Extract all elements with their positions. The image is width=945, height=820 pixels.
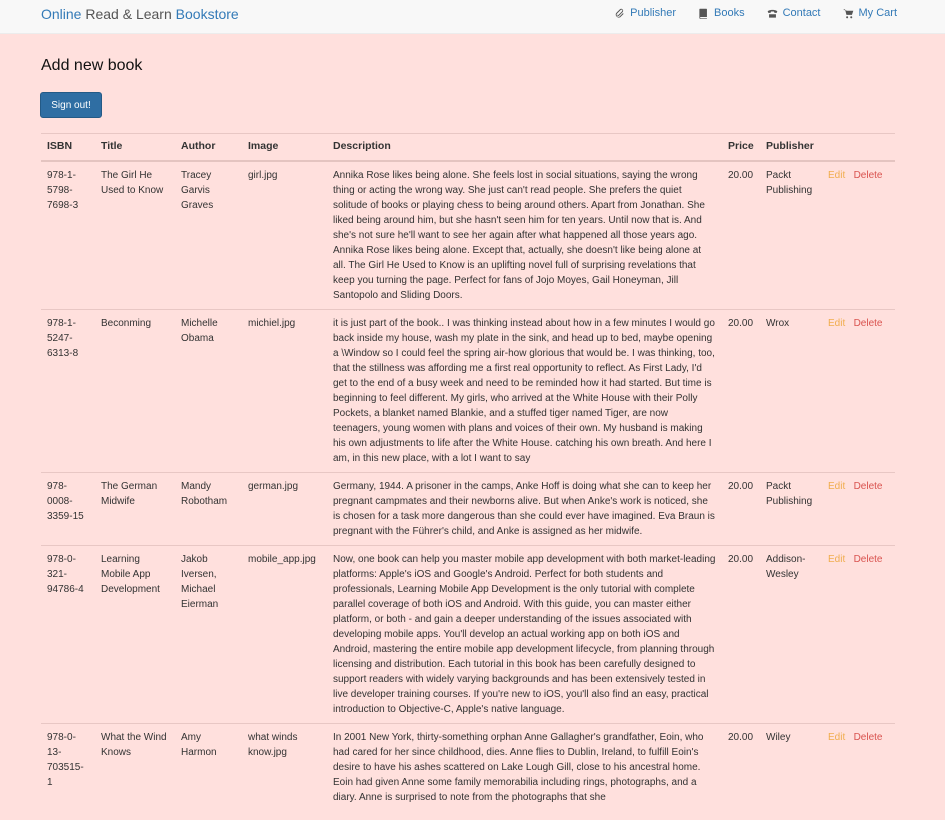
- cell-isbn: 978-0-13-703515-1: [41, 723, 95, 811]
- cell-image: german.jpg: [242, 472, 327, 546]
- header-actions: [822, 133, 895, 162]
- cell-author: Michelle Obama: [175, 309, 242, 473]
- cell-title: Learning Mobile App Development: [95, 545, 175, 724]
- cell-title: The German Midwife: [95, 472, 175, 546]
- delete-link[interactable]: Delete: [854, 318, 883, 329]
- cell-publisher: Wiley: [760, 723, 822, 811]
- delete-link[interactable]: Delete: [854, 481, 883, 492]
- header-publisher: Publisher: [760, 133, 822, 162]
- cell-publisher: Packt Publishing: [760, 160, 822, 310]
- shopping-cart-icon: [843, 8, 853, 18]
- cell-title: What the Wind Knows: [95, 723, 175, 811]
- nav-contact-label: Contact: [782, 7, 821, 19]
- cell-isbn: 978-1-5798-7698-3: [41, 160, 95, 310]
- cell-image: mobile_app.jpg: [242, 545, 327, 724]
- description-text: it is just part of the book.. I was thin…: [333, 318, 715, 464]
- edit-link[interactable]: Edit: [828, 732, 845, 743]
- nav-books[interactable]: Books: [698, 7, 745, 19]
- cell-price: 20.00: [722, 472, 760, 546]
- nav-menu: Publisher Books Contact My Cart: [614, 7, 897, 19]
- delete-link[interactable]: Delete: [854, 732, 883, 743]
- books-table: ISBN Title Author Image Description Pric…: [41, 133, 895, 811]
- cell-isbn: 978-1-5247-6313-8: [41, 309, 95, 473]
- phone-icon: [767, 9, 777, 18]
- cell-author: Mandy Robotham: [175, 472, 242, 546]
- delete-link[interactable]: Delete: [854, 554, 883, 565]
- edit-link[interactable]: Edit: [828, 170, 845, 181]
- nav-cart[interactable]: My Cart: [843, 7, 898, 19]
- description-text: Annika Rose likes being alone. She feels…: [333, 170, 705, 301]
- nav-books-label: Books: [714, 7, 745, 19]
- cell-price: 20.00: [722, 723, 760, 811]
- cell-image: what winds know.jpg: [242, 723, 327, 811]
- cell-author: Amy Harmon: [175, 723, 242, 811]
- cell-isbn: 978-0-321-94786-4: [41, 545, 95, 724]
- nav-publisher[interactable]: Publisher: [614, 7, 676, 19]
- cell-description: Now, one book can help you master mobile…: [327, 545, 722, 724]
- edit-link[interactable]: Edit: [828, 481, 845, 492]
- brand-link[interactable]: Online Read & Learn Bookstore: [41, 6, 239, 22]
- table-row: 978-0008-3359-15 The German Midwife Mand…: [41, 472, 895, 546]
- cell-price: 20.00: [722, 545, 760, 724]
- header-price: Price: [722, 133, 760, 162]
- header-title: Title: [95, 133, 175, 162]
- table-row: 978-0-13-703515-1 What the Wind Knows Am…: [41, 723, 895, 811]
- edit-link[interactable]: Edit: [828, 318, 845, 329]
- table-row: 978-0-321-94786-4 Learning Mobile App De…: [41, 545, 895, 724]
- cell-publisher: Addison-Wesley: [760, 545, 822, 724]
- header-description: Description: [327, 133, 722, 162]
- table-header-row: ISBN Title Author Image Description Pric…: [41, 133, 895, 162]
- cell-author: Jakob Iversen, Michael Eierman: [175, 545, 242, 724]
- paperclip-icon: [615, 8, 624, 18]
- cell-description: Annika Rose likes being alone. She feels…: [327, 160, 722, 310]
- brand-online: Online: [41, 6, 82, 22]
- cell-description: Germany, 1944. A prisoner in the camps, …: [327, 472, 722, 546]
- table-row: 978-1-5798-7698-3 The Girl He Used to Kn…: [41, 160, 895, 310]
- cell-description: In 2001 New York, thirty-something orpha…: [327, 723, 722, 811]
- cell-image: girl.jpg: [242, 160, 327, 310]
- header-isbn: ISBN: [41, 133, 95, 162]
- header-author: Author: [175, 133, 242, 162]
- cell-actions: Edit Delete: [822, 309, 895, 473]
- cell-author: Tracey Garvis Graves: [175, 160, 242, 310]
- description-text: In 2001 New York, thirty-something orpha…: [333, 732, 704, 803]
- brand-middle: Read & Learn: [85, 6, 172, 22]
- cell-title: Beconming: [95, 309, 175, 473]
- description-text: Now, one book can help you master mobile…: [333, 554, 716, 715]
- book-icon: [699, 8, 707, 19]
- cell-image: michiel.jpg: [242, 309, 327, 473]
- navbar: Online Read & Learn Bookstore Publisher …: [0, 0, 945, 34]
- table-row: 978-1-5247-6313-8 Beconming Michelle Oba…: [41, 309, 895, 473]
- header-image: Image: [242, 133, 327, 162]
- sign-out-button[interactable]: Sign out!: [40, 92, 102, 118]
- cell-actions: Edit Delete: [822, 160, 895, 310]
- brand-bookstore: Bookstore: [175, 6, 239, 22]
- cell-actions: Edit Delete: [822, 545, 895, 724]
- cell-publisher: Packt Publishing: [760, 472, 822, 546]
- delete-link[interactable]: Delete: [854, 170, 883, 181]
- nav-contact[interactable]: Contact: [767, 7, 821, 19]
- nav-publisher-label: Publisher: [630, 7, 676, 19]
- cell-actions: Edit Delete: [822, 723, 895, 811]
- cell-publisher: Wrox: [760, 309, 822, 473]
- cell-isbn: 978-0008-3359-15: [41, 472, 95, 546]
- page-title: Add new book: [41, 57, 143, 74]
- cell-price: 20.00: [722, 160, 760, 310]
- cell-title: The Girl He Used to Know: [95, 160, 175, 310]
- cell-description: it is just part of the book.. I was thin…: [327, 309, 722, 473]
- edit-link[interactable]: Edit: [828, 554, 845, 565]
- cell-price: 20.00: [722, 309, 760, 473]
- cell-actions: Edit Delete: [822, 472, 895, 546]
- description-text: Germany, 1944. A prisoner in the camps, …: [333, 481, 715, 537]
- nav-cart-label: My Cart: [858, 7, 898, 19]
